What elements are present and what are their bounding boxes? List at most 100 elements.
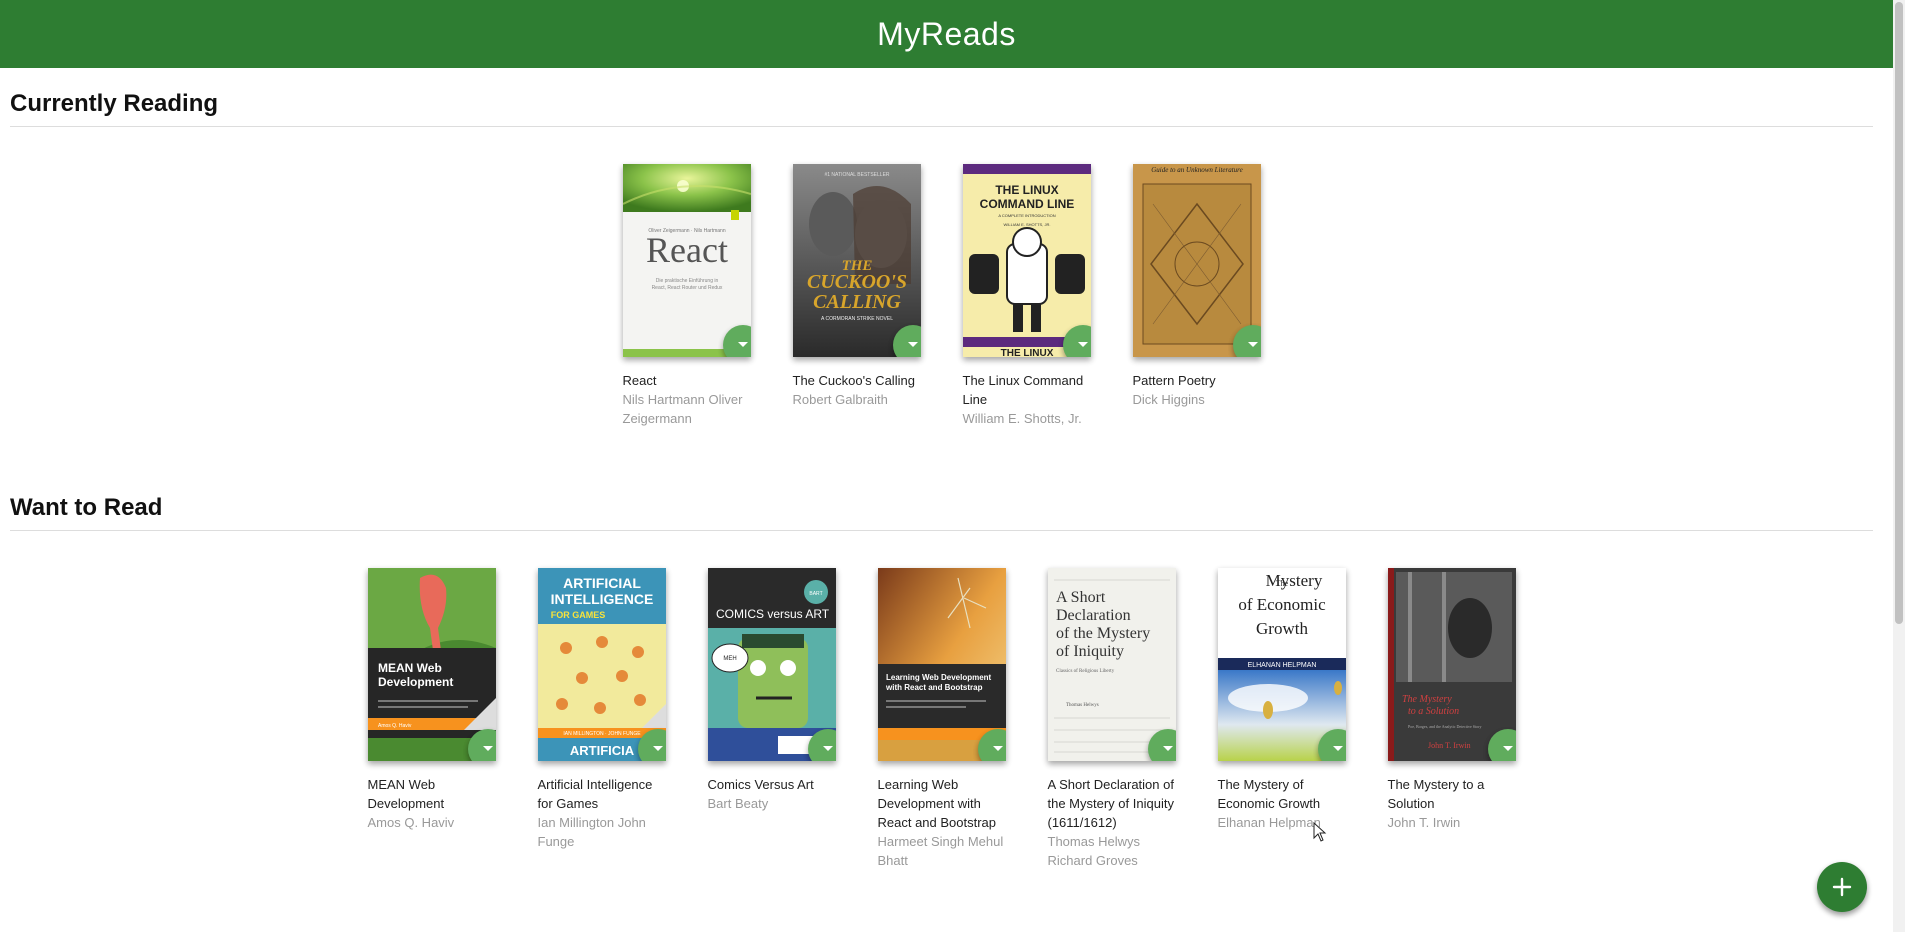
book-item: A Short Declaration of the Mystery of In… bbox=[1047, 568, 1176, 870]
svg-text:Mystery: Mystery bbox=[1265, 571, 1322, 590]
book-authors: Nils Hartmann Oliver Zeigermann bbox=[622, 392, 743, 426]
book-authors: Dick Higgins bbox=[1132, 392, 1205, 407]
svg-text:A Short: A Short bbox=[1056, 589, 1106, 606]
svg-text:Declaration: Declaration bbox=[1056, 607, 1131, 624]
app-header: MyReads bbox=[0, 0, 1893, 68]
svg-text:THE LINUX: THE LINUX bbox=[1000, 348, 1053, 357]
book-cover[interactable]: #1 NATIONAL BESTSELLER THE CUCKOO'S CALL… bbox=[792, 164, 921, 357]
arrow-drop-down-icon bbox=[1502, 746, 1513, 751]
book-cover[interactable]: Oliver Zeigermann · Nils Hartmann React … bbox=[622, 164, 751, 357]
book-cover[interactable]: The Mystery to a Solution Poe, Borges, a… bbox=[1387, 568, 1516, 761]
book-grid: Oliver Zeigermann · Nils Hartmann React … bbox=[10, 164, 1873, 428]
svg-text:FOR GAMES: FOR GAMES bbox=[550, 610, 605, 620]
svg-text:of Iniquity: of Iniquity bbox=[1056, 643, 1124, 660]
book-item: MEAN Web Development Amos Q. Haviv MEAN … bbox=[367, 568, 496, 870]
svg-text:with React and Bootstrap: with React and Bootstrap bbox=[885, 683, 983, 692]
svg-text:COMICS versus ART: COMICS versus ART bbox=[716, 607, 830, 621]
book-title: MEAN Web Development bbox=[367, 777, 445, 811]
svg-text:MEAN Web: MEAN Web bbox=[378, 661, 442, 675]
arrow-drop-down-icon bbox=[992, 746, 1003, 751]
svg-text:BART: BART bbox=[809, 591, 822, 597]
svg-text:ARTIFICIA: ARTIFICIA bbox=[569, 743, 634, 758]
svg-text:The Mystery: The Mystery bbox=[1402, 694, 1452, 705]
svg-text:of Economic: of Economic bbox=[1238, 595, 1326, 614]
book-title: Learning Web Development with React and … bbox=[877, 777, 997, 830]
book-title: Pattern Poetry bbox=[1132, 373, 1216, 388]
book-authors: Robert Galbraith bbox=[792, 392, 888, 407]
svg-text:ARTIFICIAL: ARTIFICIAL bbox=[563, 575, 641, 591]
svg-text:A CORMORAN STRIKE NOVEL: A CORMORAN STRIKE NOVEL bbox=[821, 316, 893, 322]
book-cover[interactable]: The Mystery of Economic Growth ELHANAN H… bbox=[1217, 568, 1346, 761]
book-grid: MEAN Web Development Amos Q. Haviv MEAN … bbox=[10, 568, 1873, 870]
app-title: MyReads bbox=[877, 15, 1016, 52]
add-book-button[interactable] bbox=[1817, 862, 1867, 912]
book-title: Artificial Intelligence for Games bbox=[537, 777, 653, 811]
svg-text:#1 NATIONAL BESTSELLER: #1 NATIONAL BESTSELLER bbox=[824, 172, 889, 178]
book-authors: John T. Irwin bbox=[1387, 815, 1461, 830]
book-cover[interactable]: Guide to an Unknown Literature bbox=[1132, 164, 1261, 357]
book-title: The Cuckoo's Calling bbox=[792, 373, 915, 388]
mouse-cursor-icon bbox=[1313, 821, 1327, 847]
svg-text:React: React bbox=[646, 230, 728, 270]
shelf-want-to-read: Want to Read MEAN Web Development Amos Q… bbox=[10, 494, 1873, 870]
svg-text:Growth: Growth bbox=[1256, 619, 1308, 638]
arrow-drop-down-icon bbox=[1247, 342, 1258, 347]
vertical-scrollbar[interactable] bbox=[1893, 0, 1905, 932]
book-title: A Short Declaration of the Mystery of In… bbox=[1047, 777, 1174, 830]
svg-text:to a Solution: to a Solution bbox=[1408, 706, 1459, 717]
plus-icon bbox=[1832, 877, 1852, 897]
svg-text:Die praktische Einführung in: Die praktische Einführung in bbox=[655, 278, 718, 284]
svg-text:Amos Q. Haviv: Amos Q. Haviv bbox=[378, 723, 412, 729]
svg-text:Development: Development bbox=[378, 675, 453, 689]
book-cover[interactable]: Learning Web Development with React and … bbox=[877, 568, 1006, 761]
book-authors: Amos Q. Haviv bbox=[367, 815, 455, 830]
book-item: Oliver Zeigermann · Nils Hartmann React … bbox=[622, 164, 751, 428]
arrow-drop-down-icon bbox=[652, 746, 663, 751]
book-cover[interactable]: A Short Declaration of the Mystery of In… bbox=[1047, 568, 1176, 761]
svg-text:Thomas Helwys: Thomas Helwys bbox=[1066, 703, 1099, 708]
book-item: The Mystery to a Solution Poe, Borges, a… bbox=[1387, 568, 1516, 870]
svg-text:React, React Router und Redux: React, React Router und Redux bbox=[651, 285, 722, 291]
book-cover[interactable]: COMICS versus ART BART MEH bbox=[707, 568, 836, 761]
book-cover[interactable]: THE LINUX COMMAND LINE A COMPLETE INTROD… bbox=[962, 164, 1091, 357]
book-item: Guide to an Unknown Literature Pattern P… bbox=[1132, 164, 1261, 428]
svg-text:of the Mystery: of the Mystery bbox=[1056, 625, 1150, 642]
book-item: ARTIFICIAL INTELLIGENCE FOR GAMES IAN MI… bbox=[537, 568, 666, 870]
book-authors: Harmeet Singh Mehul Bhatt bbox=[877, 834, 1004, 868]
book-cover[interactable]: MEAN Web Development Amos Q. Haviv bbox=[367, 568, 496, 761]
svg-text:A COMPLETE INTRODUCTION: A COMPLETE INTRODUCTION bbox=[998, 213, 1055, 218]
svg-text:THE LINUX: THE LINUX bbox=[995, 183, 1058, 197]
book-authors: William E. Shotts, Jr. bbox=[962, 411, 1082, 426]
svg-text:MEH: MEH bbox=[723, 656, 736, 662]
book-title: The Linux Command Line bbox=[962, 373, 1084, 407]
svg-text:COMMAND LINE: COMMAND LINE bbox=[979, 197, 1074, 211]
svg-text:Guide to an Unknown Literature: Guide to an Unknown Literature bbox=[1151, 166, 1243, 174]
book-authors: Ian Millington John Funge bbox=[537, 815, 646, 849]
arrow-drop-down-icon bbox=[737, 342, 748, 347]
svg-text:CALLING: CALLING bbox=[813, 291, 901, 313]
book-authors: Bart Beaty bbox=[707, 796, 769, 811]
svg-text:IAN MILLINGTON · JOHN FUNGE: IAN MILLINGTON · JOHN FUNGE bbox=[563, 731, 641, 737]
book-title: The Mystery of Economic Growth bbox=[1217, 777, 1321, 811]
shelf-currently-reading: Currently Reading Oliver Zeigermann · Ni… bbox=[10, 90, 1873, 428]
arrow-drop-down-icon bbox=[1077, 342, 1088, 347]
book-title: Comics Versus Art bbox=[707, 777, 814, 792]
arrow-drop-down-icon bbox=[1332, 746, 1343, 751]
svg-text:Classics of Religious Liberty: Classics of Religious Liberty bbox=[1056, 669, 1115, 674]
book-title: The Mystery to a Solution bbox=[1387, 777, 1485, 811]
app-root: MyReads Currently Reading Oliver Zeigerm… bbox=[0, 0, 1905, 932]
book-item: COMICS versus ART BART MEH Comics Versus… bbox=[707, 568, 836, 870]
arrow-drop-down-icon bbox=[907, 342, 918, 347]
scrollbar-thumb[interactable] bbox=[1895, 2, 1903, 624]
shelf-title: Want to Read bbox=[10, 494, 1873, 531]
svg-text:John T. Irwin: John T. Irwin bbox=[1428, 741, 1471, 750]
arrow-drop-down-icon bbox=[482, 746, 493, 751]
arrow-drop-down-icon bbox=[1162, 746, 1173, 751]
book-item: THE LINUX COMMAND LINE A COMPLETE INTROD… bbox=[962, 164, 1091, 428]
book-item: #1 NATIONAL BESTSELLER THE CUCKOO'S CALL… bbox=[792, 164, 921, 428]
book-cover[interactable]: ARTIFICIAL INTELLIGENCE FOR GAMES IAN MI… bbox=[537, 568, 666, 761]
svg-text:WILLIAM E. SHOTTS, JR.: WILLIAM E. SHOTTS, JR. bbox=[1003, 222, 1050, 227]
svg-text:Learning Web Development: Learning Web Development bbox=[886, 673, 992, 682]
arrow-drop-down-icon bbox=[822, 746, 833, 751]
svg-text:INTELLIGENCE: INTELLIGENCE bbox=[550, 591, 653, 607]
